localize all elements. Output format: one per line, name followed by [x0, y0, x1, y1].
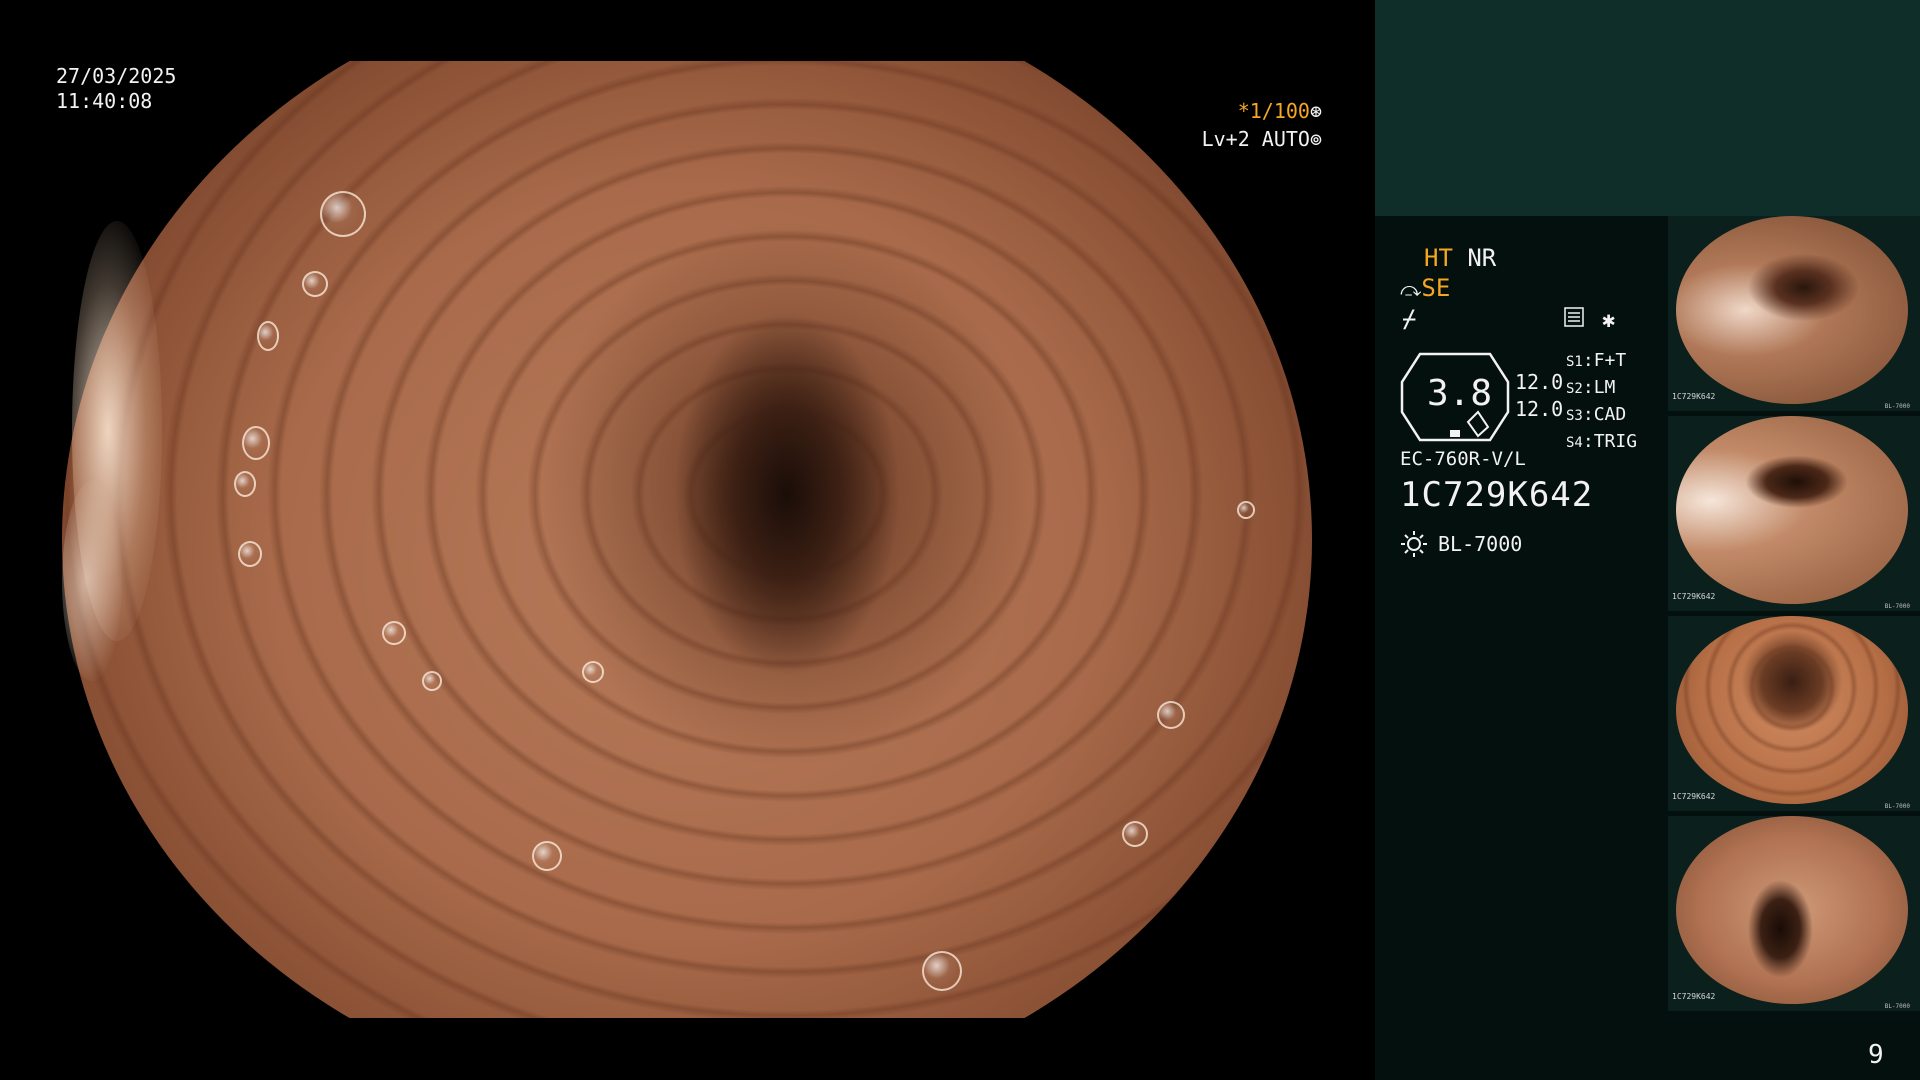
date-text: 27/03/2025	[56, 64, 177, 88]
bubble	[257, 321, 279, 351]
se-icon: ⤼	[1400, 277, 1422, 301]
thumbnail-serial: 1C729K642	[1672, 792, 1716, 801]
shutter-icon: ⊛	[1309, 99, 1322, 123]
bubble	[1122, 821, 1148, 847]
endoscopy-screen: 27/03/2025 11:40:08 *1/100⊛ Lv+2 AUTO⊚ H…	[0, 0, 1920, 1080]
switch-item: S4:TRIG	[1566, 431, 1638, 452]
scope-serial: 1C729K642	[1400, 475, 1594, 515]
bubble	[422, 671, 442, 691]
nr-label: NR	[1467, 244, 1497, 272]
thumbnail-image	[1676, 816, 1908, 1004]
capture-thumbnail[interactable]: 1C729K642 BL-7000	[1668, 816, 1920, 1011]
auto-iris-icon: ⊚	[1309, 127, 1322, 151]
thumbnail-light: BL-7000	[1884, 1003, 1910, 1010]
value-1: 12.0	[1515, 370, 1564, 394]
switch-item: S3:CAD	[1566, 404, 1627, 425]
date-time: 27/03/2025 11:40:08	[56, 64, 176, 114]
bubble	[922, 951, 962, 991]
panel-header-area	[1375, 0, 1920, 216]
switch-item: S2:LM	[1566, 377, 1616, 398]
enhance-slash-icon: ⌿	[1402, 305, 1417, 333]
level-auto-readout: Lv+2 AUTO⊚	[1202, 127, 1322, 151]
bubble	[302, 271, 328, 297]
scope-switch-list: S1:F+T S2:LM S3:CAD S4:TRIG	[1566, 348, 1637, 456]
main-endoscopic-view	[62, 61, 1312, 1018]
zoom-value: 3.8	[1427, 373, 1493, 414]
scope-model: EC-760R-V/L	[1400, 448, 1526, 470]
bubble	[582, 661, 604, 683]
level-auto-text: Lv+2 AUTO	[1201, 127, 1310, 151]
light-source-icon	[1400, 530, 1428, 564]
thumbnail-serial: 1C729K642	[1672, 992, 1716, 1001]
page-number: 9	[1868, 1040, 1884, 1070]
capture-thumbnail[interactable]: 1C729K642 BL-7000	[1668, 616, 1920, 811]
value-2: 12.0	[1515, 397, 1564, 421]
bubble	[238, 541, 262, 567]
star-icon: ✱	[1602, 308, 1616, 333]
shutter-text: *1/100	[1237, 99, 1310, 123]
thumbnail-image	[1676, 216, 1908, 404]
switch-item: S1:F+T	[1566, 350, 1627, 371]
bubble	[234, 471, 256, 497]
capture-thumbnail[interactable]: 1C729K642 BL-7000	[1668, 416, 1920, 611]
thumbnail-light: BL-7000	[1884, 803, 1910, 810]
bubble	[382, 621, 406, 645]
time-text: 11:40:08	[56, 89, 153, 113]
thumbnail-light: BL-7000	[1884, 403, 1910, 410]
menu-icon	[1564, 307, 1584, 333]
lumen-image	[62, 61, 1312, 1018]
ht-label: HT	[1424, 244, 1453, 272]
bubble	[320, 191, 366, 237]
capture-thumbnail[interactable]: 1C729K642 BL-7000	[1668, 216, 1920, 411]
bubble	[532, 841, 562, 871]
se-label: SE	[1421, 274, 1451, 302]
thumbnail-image	[1676, 416, 1908, 604]
shutter-readout: *1/100⊛	[1238, 99, 1322, 123]
light-reflection	[62, 481, 122, 681]
thumbnail-serial: 1C729K642	[1672, 592, 1716, 601]
bubble	[1237, 501, 1255, 519]
thumbnail-light: BL-7000	[1884, 603, 1910, 610]
se-status: ⤼SE	[1400, 274, 1450, 302]
thumbnail-serial: 1C729K642	[1672, 392, 1716, 401]
ht-nr-status: HT NR	[1424, 244, 1496, 272]
bubble	[242, 426, 270, 460]
bubble	[1157, 701, 1185, 729]
thumbnail-image	[1676, 616, 1908, 804]
light-source-name: BL-7000	[1438, 532, 1523, 556]
